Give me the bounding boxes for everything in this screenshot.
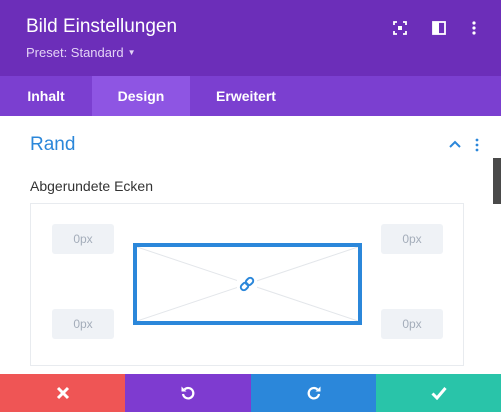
corner-top-left-input[interactable] [52, 224, 114, 254]
modal-footer [0, 374, 501, 412]
close-icon [56, 386, 69, 400]
preset-selector[interactable]: Preset: Standard ▼ [26, 45, 135, 60]
tab-erweitert[interactable]: Erweitert [190, 76, 302, 116]
caret-down-icon: ▼ [127, 48, 136, 57]
more-vertical-icon[interactable] [466, 20, 482, 36]
save-button[interactable] [376, 374, 501, 412]
rounded-corners-label: Abgerundete Ecken [30, 178, 153, 194]
link-icon[interactable] [237, 274, 257, 294]
checkmark-icon [430, 387, 447, 400]
modal-title: Bild Einstellungen [26, 16, 178, 37]
corner-bottom-right-input[interactable] [381, 309, 443, 339]
chevron-up-icon[interactable] [449, 140, 461, 148]
sidebar-layout-icon[interactable] [431, 20, 447, 36]
scrollbar-thumb[interactable] [493, 158, 501, 204]
tab-bar: Inhalt Design Erweitert [0, 76, 501, 116]
preset-label: Preset: Standard [26, 45, 124, 60]
tab-design[interactable]: Design [92, 76, 190, 116]
undo-icon [181, 386, 195, 400]
section-more-icon[interactable] [474, 138, 480, 152]
corner-top-right-input[interactable] [381, 224, 443, 254]
redo-icon [307, 386, 320, 400]
tab-inhalt[interactable]: Inhalt [0, 76, 92, 116]
cancel-button[interactable] [0, 374, 125, 412]
corner-bottom-left-input[interactable] [52, 309, 114, 339]
fullscreen-icon[interactable] [392, 20, 408, 36]
section-title[interactable]: Rand [30, 134, 75, 156]
undo-button[interactable] [125, 374, 251, 412]
modal-header: Bild Einstellungen Preset: Standard ▼ [0, 0, 501, 76]
redo-button[interactable] [251, 374, 376, 412]
